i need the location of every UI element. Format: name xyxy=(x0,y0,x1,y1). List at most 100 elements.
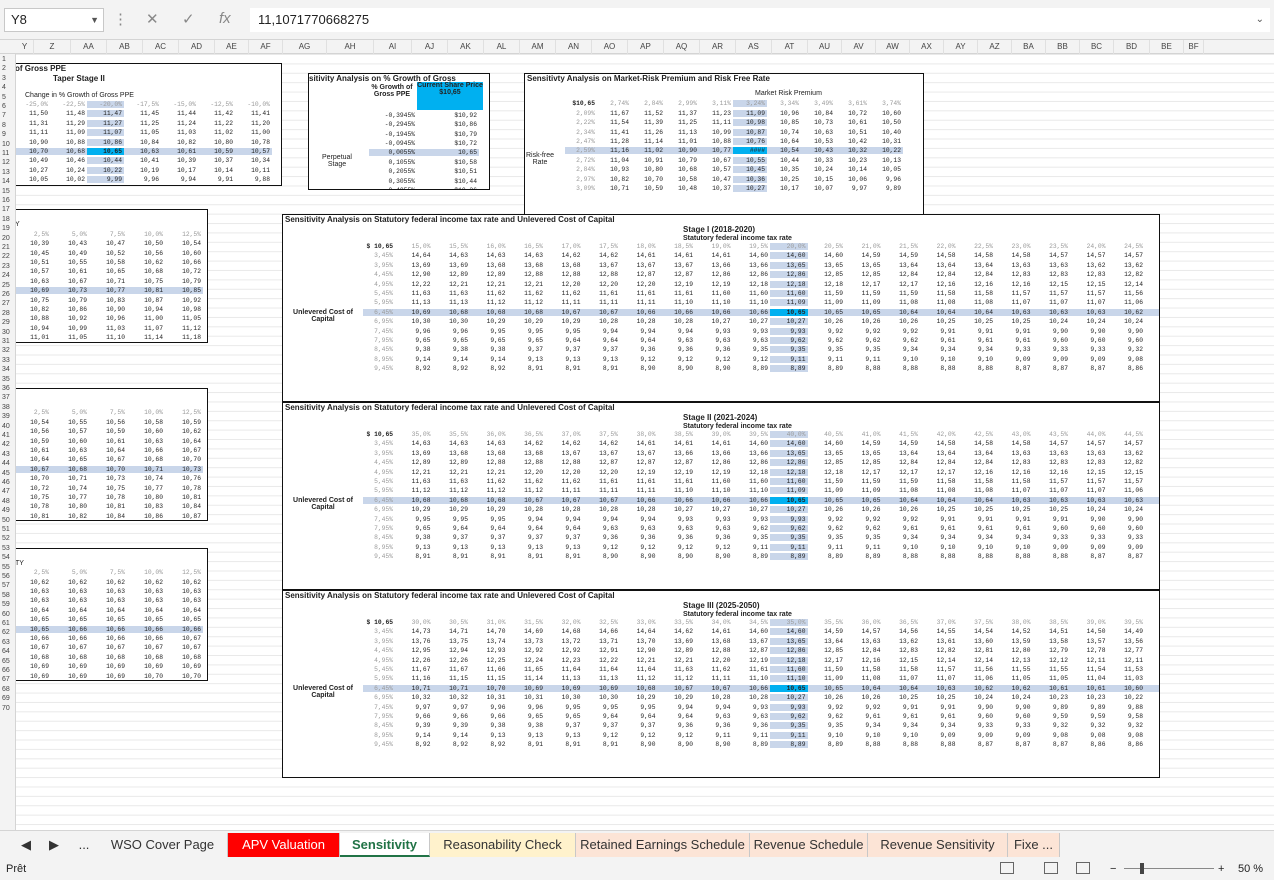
table-cell[interactable]: 10,67 xyxy=(127,644,165,651)
table-cell[interactable]: 12,80 xyxy=(995,647,1033,654)
table-cell[interactable]: 13,69 xyxy=(395,262,433,269)
table-cell[interactable]: 11,10 xyxy=(733,675,771,682)
table-cell[interactable]: 10,69 xyxy=(545,684,583,692)
table-cell[interactable]: 8,88 xyxy=(845,741,883,748)
table-cell[interactable]: 11,64 xyxy=(620,666,658,673)
table-cell[interactable]: 9,91 xyxy=(958,516,996,523)
table-cell[interactable]: 10,61 xyxy=(835,119,869,126)
row-header[interactable]: 47 xyxy=(0,488,16,495)
table-cell[interactable]: 10,26 xyxy=(883,318,921,325)
table-cell[interactable]: 9,89 xyxy=(1033,704,1071,711)
table-cell[interactable]: 10,24 xyxy=(995,694,1033,701)
table-cell[interactable]: 10,56 xyxy=(16,428,51,435)
table-cell[interactable]: 12,89 xyxy=(433,459,471,466)
table-cell[interactable]: 10,67 xyxy=(699,157,733,164)
table-cell[interactable]: 9,34 xyxy=(845,722,883,729)
table-cell[interactable]: 10,64 xyxy=(89,607,127,614)
table-cell[interactable]: 10,63 xyxy=(1070,496,1108,504)
table-cell[interactable]: 10,75 xyxy=(127,278,165,285)
table-cell[interactable]: 9,61 xyxy=(883,525,921,532)
table-cell[interactable]: 9,61 xyxy=(920,337,958,344)
table-cell[interactable]: 11,09 xyxy=(808,299,846,306)
table-cell[interactable]: 8,90 xyxy=(658,741,696,748)
table-cell[interactable]: 10,78 xyxy=(89,494,127,501)
table-cell[interactable]: 12,91 xyxy=(583,647,621,654)
table-cell[interactable]: 10,66 xyxy=(127,625,165,633)
table-cell[interactable]: 10,63 xyxy=(165,588,203,595)
table-cell[interactable]: 10,66 xyxy=(695,496,733,504)
table-cell[interactable]: 10,65 xyxy=(807,496,845,504)
table-cell[interactable]: 9,95 xyxy=(395,516,433,523)
more-options-icon[interactable]: ⋮ xyxy=(113,10,128,28)
table-cell[interactable]: 9,34 xyxy=(995,534,1033,541)
table-cell[interactable]: 9,63 xyxy=(733,713,771,720)
table-cell[interactable]: 10,26 xyxy=(845,506,883,513)
table-cell[interactable]: 13,61 xyxy=(920,638,958,645)
table-cell[interactable]: 11,13 xyxy=(665,129,699,136)
table-cell[interactable]: 12,18 xyxy=(770,656,808,664)
table-cell[interactable]: 9,93 xyxy=(658,516,696,523)
growth-rate[interactable]: -0,2945% xyxy=(369,121,417,128)
table-cell[interactable]: 10,63 xyxy=(995,496,1033,504)
table-cell[interactable]: 8,88 xyxy=(920,365,958,372)
table-cell[interactable]: 10,62 xyxy=(1145,308,1159,316)
table-cell[interactable]: 10,23 xyxy=(1145,318,1159,325)
table-cell[interactable]: 11,08 xyxy=(845,675,883,682)
row-header[interactable]: 31 xyxy=(0,338,16,345)
table-cell[interactable]: 9,33 xyxy=(1033,346,1071,353)
table-cell[interactable]: 10,80 xyxy=(198,139,235,146)
table-cell[interactable]: 10,99 xyxy=(51,325,89,332)
table-cell[interactable]: 10,62 xyxy=(127,259,165,266)
column-header[interactable]: BE xyxy=(1150,40,1184,54)
table-cell[interactable]: 14,55 xyxy=(920,628,958,635)
row-header[interactable]: 46 xyxy=(0,479,16,486)
table-cell[interactable]: 9,62 xyxy=(770,712,808,720)
table-cell[interactable]: 9,65 xyxy=(395,525,433,532)
table-cell[interactable]: 12,84 xyxy=(920,459,958,466)
row-header[interactable]: 9 xyxy=(0,131,16,138)
table-cell[interactable]: 14,58 xyxy=(995,440,1033,447)
table-cell[interactable]: 10,58 xyxy=(127,419,165,426)
table-cell[interactable]: 9,35 xyxy=(733,534,771,541)
table-cell[interactable]: 10,67 xyxy=(507,496,545,504)
table-cell[interactable]: 9,96 xyxy=(395,328,433,335)
table-cell[interactable]: 8,90 xyxy=(695,365,733,372)
table-cell[interactable]: 12,20 xyxy=(583,469,621,476)
table-cell[interactable]: 10,59 xyxy=(16,438,51,445)
table-cell[interactable]: 10,58 xyxy=(89,259,127,266)
table-cell[interactable]: 11,26 xyxy=(631,129,665,136)
table-cell[interactable]: 9,38 xyxy=(470,346,508,353)
table-cell[interactable]: 10,81 xyxy=(89,503,127,510)
table-cell[interactable]: 12,88 xyxy=(545,459,583,466)
table-cell[interactable]: 11,10 xyxy=(89,334,127,341)
table-cell[interactable]: 11,63 xyxy=(433,478,471,485)
table-cell[interactable]: 10,59 xyxy=(1145,684,1159,692)
table-cell[interactable]: 13,62 xyxy=(1145,450,1159,457)
table-cell[interactable]: 9,10 xyxy=(883,544,921,551)
table-cell[interactable]: 11,12 xyxy=(165,325,203,332)
table-cell[interactable]: 13,67 xyxy=(583,450,621,457)
table-cell[interactable]: 14,50 xyxy=(1070,628,1108,635)
table-cell[interactable]: 12,83 xyxy=(995,459,1033,466)
table-cell[interactable]: 10,80 xyxy=(51,503,89,510)
table-cell[interactable]: 9,91 xyxy=(920,516,958,523)
row-header[interactable]: 16 xyxy=(0,197,16,204)
table-cell[interactable]: 10,56 xyxy=(127,250,165,257)
column-header[interactable]: AZ xyxy=(978,40,1012,54)
table-cell[interactable]: 8,88 xyxy=(958,553,996,560)
table-cell[interactable]: 10,86 xyxy=(87,138,124,146)
table-cell[interactable]: 11,11 xyxy=(695,675,733,682)
table-cell[interactable]: 10,77 xyxy=(699,147,733,155)
table-cell[interactable]: 9,64 xyxy=(620,713,658,720)
table-cell[interactable]: 12,15 xyxy=(1145,469,1159,476)
table-cell[interactable]: 9,65 xyxy=(508,337,546,344)
table-cell[interactable]: 8,88 xyxy=(883,553,921,560)
table-cell[interactable]: 11,54 xyxy=(1070,666,1108,673)
table-cell[interactable]: 11,62 xyxy=(545,290,583,297)
table-cell[interactable]: 10,84 xyxy=(801,110,835,117)
table-cell[interactable]: 9,94 xyxy=(508,516,546,523)
table-cell[interactable]: 9,93 xyxy=(733,328,771,335)
table-cell[interactable]: 9,13 xyxy=(508,732,546,739)
table-cell[interactable]: 14,58 xyxy=(958,440,996,447)
table-cell[interactable]: 10,54 xyxy=(16,419,51,426)
